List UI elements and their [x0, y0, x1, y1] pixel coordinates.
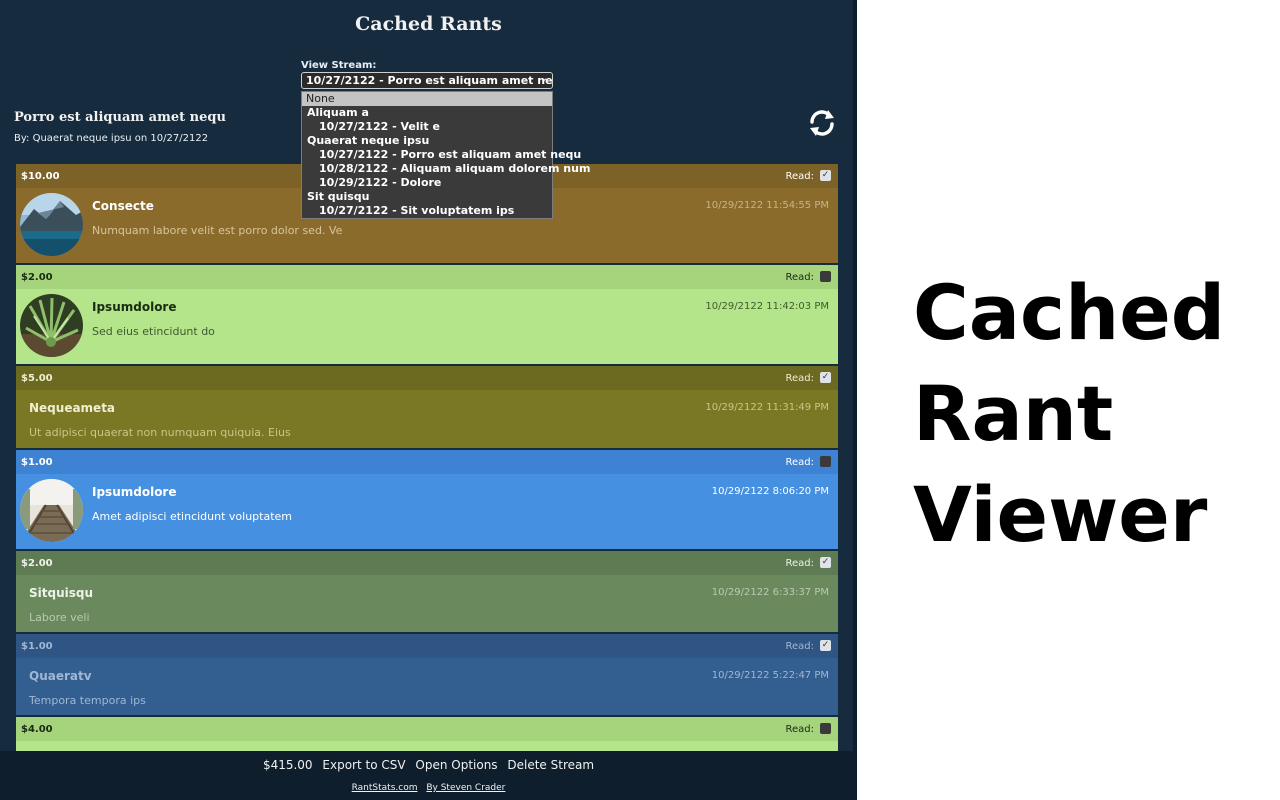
read-checkbox[interactable] [820, 723, 831, 734]
chevron-down-icon: ⌄ [539, 73, 548, 84]
stream-byline: By: Quaerat neque ipsu on 10/27/2122 [14, 133, 209, 144]
view-stream-select[interactable]: 10/27/2122 - Porro est aliquam amet nequ… [301, 72, 553, 89]
rant-header-bar: $1.00 Read: ✓ [16, 634, 838, 658]
rant-timestamp: 10/29/2122 6:33:37 PM [711, 587, 829, 598]
rant-body: Nequeameta Ut adipisci quaerat non numqua… [16, 390, 838, 448]
export-csv-button[interactable]: Export to CSV [322, 758, 405, 772]
rant-author: Ipsumdolore [92, 300, 177, 314]
promo-line: Rant [913, 369, 1114, 458]
rant-amount: $4.00 [21, 724, 53, 735]
read-label: Read: [785, 724, 815, 735]
author-link[interactable]: By Steven Crader [426, 783, 505, 793]
rantstats-link[interactable]: RantStats.com [352, 783, 418, 793]
read-checkbox[interactable]: ✓ [820, 372, 831, 383]
rant-author: Quaeratv [29, 669, 92, 683]
dropdown-option[interactable]: 10/29/2122 - Dolore [302, 176, 552, 190]
stream-title: Porro est aliquam amet nequ [14, 110, 226, 125]
rant-amount: $2.00 [21, 558, 53, 569]
rant-timestamp: 10/29/2122 8:06:20 PM [711, 486, 829, 497]
rant-message: Numquam labore velit est porro dolor sed… [92, 224, 343, 237]
refresh-icon[interactable] [806, 107, 838, 139]
read-label: Read: [785, 457, 815, 468]
rant-card: $1.00 Read: ✓ Quaeratv Tempora tempora ips 10… [16, 634, 838, 715]
dropdown-option[interactable]: 10/28/2122 - Aliquam aliquam dolorem num [302, 162, 590, 176]
rant-timestamp: 10/29/2122 11:42:03 PM [705, 301, 829, 312]
dropdown-option[interactable]: 10/27/2122 - Sit voluptatem ips [302, 204, 552, 218]
rant-amount: $1.00 [21, 457, 53, 468]
read-label: Read: [785, 641, 815, 652]
rant-header-bar: $2.00 Read: ✓ [16, 551, 838, 575]
rant-author: Ipsumdolore [92, 485, 177, 499]
dropdown-option[interactable]: 10/27/2122 - Porro est aliquam amet nequ [302, 148, 581, 162]
rant-message: Amet adipisci etincidunt voluptatem [92, 510, 293, 523]
rant-header-bar: $1.00 Read: [16, 450, 838, 474]
rant-amount: $5.00 [21, 373, 53, 384]
rant-author: Sitquisqu [29, 586, 94, 600]
promo-line: Cached [913, 268, 1226, 357]
footer: $415.00 Export to CSV Open Options Delet… [0, 751, 857, 800]
read-checkbox[interactable] [820, 456, 831, 467]
rant-amount: $1.00 [21, 641, 53, 652]
dropdown-option[interactable]: 10/27/2122 - Velit e [302, 120, 552, 134]
rant-amount: $10.00 [21, 171, 60, 182]
rant-body: Ipsumdolore Amet adipisci etincidunt volu… [16, 474, 838, 549]
rant-message: Tempora tempora ips [29, 694, 146, 707]
rant-author: Consecte [92, 199, 154, 213]
avatar [20, 294, 83, 357]
read-label: Read: [785, 171, 815, 182]
avatar [20, 193, 83, 256]
rant-author: Nequeameta [29, 401, 116, 415]
dropdown-group: Aliquam a [307, 106, 369, 119]
rant-card: $5.00 Read: ✓ Nequeameta Ut adipisci quaerat… [16, 366, 838, 448]
stream-dropdown-list[interactable]: None Aliquam a 10/27/2122 - Velit e Quaera… [301, 91, 590, 219]
rant-card: $1.00 Read: Ipsumdolore Amet adipisci etinc… [16, 450, 838, 549]
rant-header-bar: $5.00 Read: ✓ [16, 366, 838, 390]
panel-edge [853, 0, 857, 800]
rant-body: Sitquisqu Labore veli 10/29/2122 6:33:37 P… [16, 575, 838, 632]
read-label: Read: [785, 558, 815, 569]
dropdown-option-none[interactable]: None [302, 92, 552, 106]
open-options-button[interactable]: Open Options [415, 758, 497, 772]
rant-message: Ut adipisci quaerat non numquam quiquia.… [29, 426, 291, 439]
rant-message: Sed eius etincidunt do [92, 325, 215, 338]
rant-message: Labore veli [29, 611, 90, 624]
rant-body: Quaeratv Tempora tempora ips 10/29/2122 5:… [16, 658, 838, 715]
read-checkbox[interactable]: ✓ [820, 557, 831, 568]
rant-timestamp: 10/29/2122 11:31:49 PM [705, 402, 829, 413]
read-label: Read: [785, 373, 815, 384]
delete-stream-button[interactable]: Delete Stream [507, 758, 594, 772]
app-title: Cached Rants [355, 13, 502, 35]
read-checkbox[interactable] [820, 271, 831, 282]
rant-card: $2.00 Read: Ipsumdolore Sed eius etincidunt… [16, 265, 838, 364]
avatar [20, 479, 83, 542]
rant-viewer-panel: Cached Rants View Stream: 10/27/2122 - P… [0, 0, 857, 800]
rant-body: Ipsumdolore Sed eius etincidunt do 10/29/2… [16, 289, 838, 364]
read-label: Read: [785, 272, 815, 283]
read-checkbox[interactable]: ✓ [820, 640, 831, 651]
read-checkbox[interactable]: ✓ [820, 170, 831, 181]
selected-stream-value: 10/27/2122 - Porro est aliquam amet nequ [306, 74, 553, 87]
rant-timestamp: 10/29/2122 5:22:47 PM [711, 670, 829, 681]
dropdown-group: Sit quisqu [307, 190, 370, 203]
promo-title: Cached Rant Viewer [913, 262, 1273, 565]
rant-header-bar: $2.00 Read: [16, 265, 838, 289]
rant-amount: $2.00 [21, 272, 53, 283]
rant-header-bar: $4.00 Read: [16, 717, 838, 741]
rant-timestamp: 10/29/2122 11:54:55 PM [705, 200, 829, 211]
rant-card: $2.00 Read: ✓ Sitquisqu Labore veli 10/29/212… [16, 551, 838, 632]
stream-total: $415.00 [262, 758, 313, 772]
dropdown-group: Quaerat neque ipsu [307, 134, 430, 147]
promo-line: Viewer [913, 470, 1208, 559]
view-stream-label: View Stream: [301, 60, 377, 71]
